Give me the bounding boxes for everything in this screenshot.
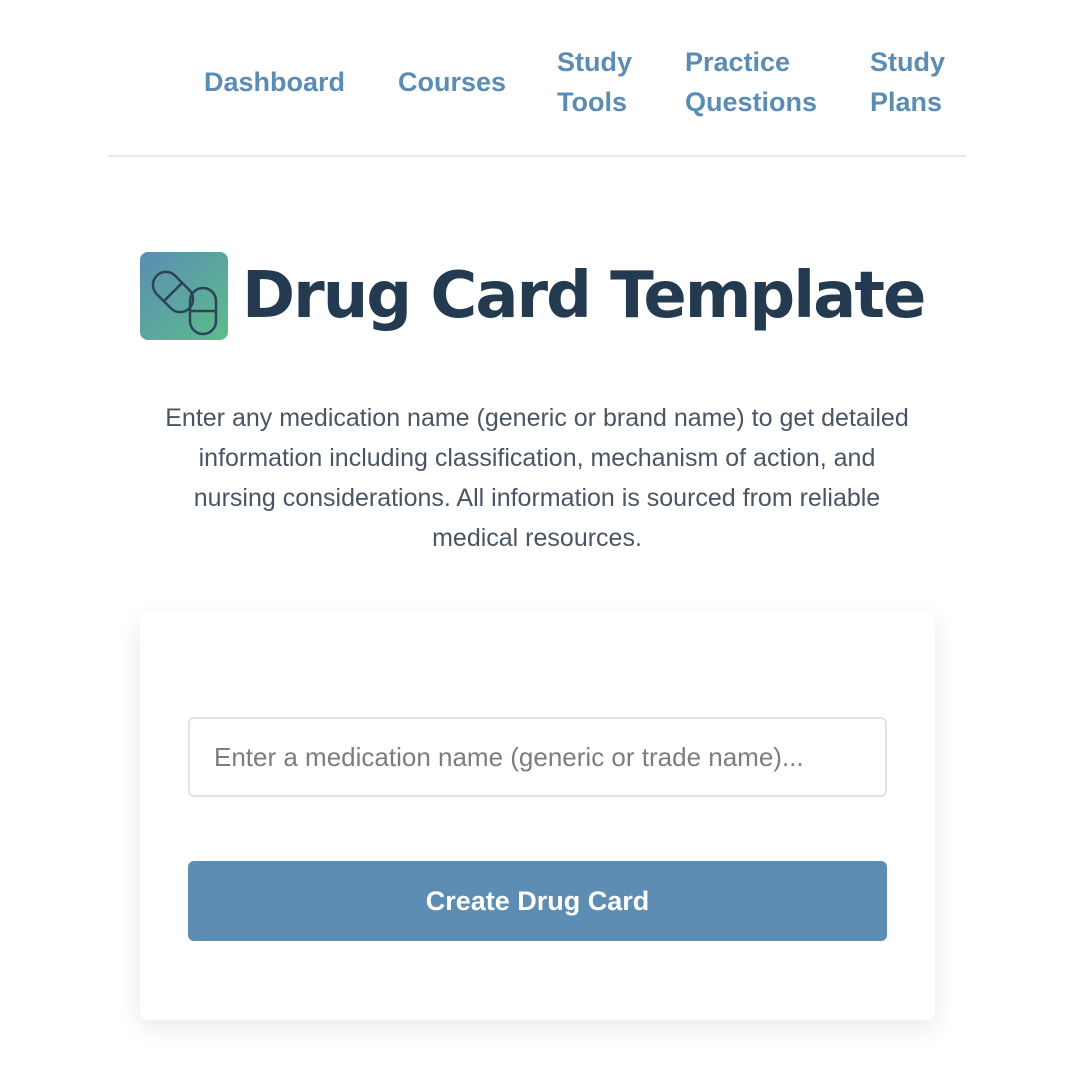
nav-link-study-tools-line1: Study <box>557 47 633 77</box>
nav-link-practice-questions-line1: Practice <box>685 47 791 77</box>
nav-link-practice-questions[interactable]: Practice Questions <box>685 42 817 122</box>
drug-card-form: Create Drug Card <box>140 612 935 1020</box>
page-header: Drug Card Template <box>140 252 926 340</box>
page: Dashboard Courses Study Tools Practice Q… <box>0 0 1080 1080</box>
page-description: Enter any medication name (generic or br… <box>165 404 909 552</box>
nav-link-courses-label: Courses <box>398 67 507 97</box>
nav-link-study-plans-line1: Study <box>870 47 946 77</box>
nav-link-courses[interactable]: Courses <box>398 62 506 102</box>
nav-link-dashboard[interactable]: Dashboard <box>204 62 345 102</box>
nav-link-practice-questions-line2: Questions <box>685 87 818 117</box>
create-drug-card-button[interactable]: Create Drug Card <box>188 861 887 941</box>
nav-link-study-plans-line2: Plans <box>870 87 943 117</box>
nav-link-study-tools[interactable]: Study Tools <box>557 42 632 122</box>
logo <box>140 252 228 340</box>
medication-name-input[interactable] <box>188 717 887 797</box>
nav-link-study-plans[interactable]: Study Plans <box>870 42 945 122</box>
page-title: Drug Card Template <box>242 259 926 333</box>
nav-link-study-tools-line2: Tools <box>557 87 627 117</box>
top-nav: Dashboard Courses Study Tools Practice Q… <box>108 0 966 157</box>
nav-link-dashboard-label: Dashboard <box>204 67 346 97</box>
capsule-pills-icon <box>151 270 218 336</box>
